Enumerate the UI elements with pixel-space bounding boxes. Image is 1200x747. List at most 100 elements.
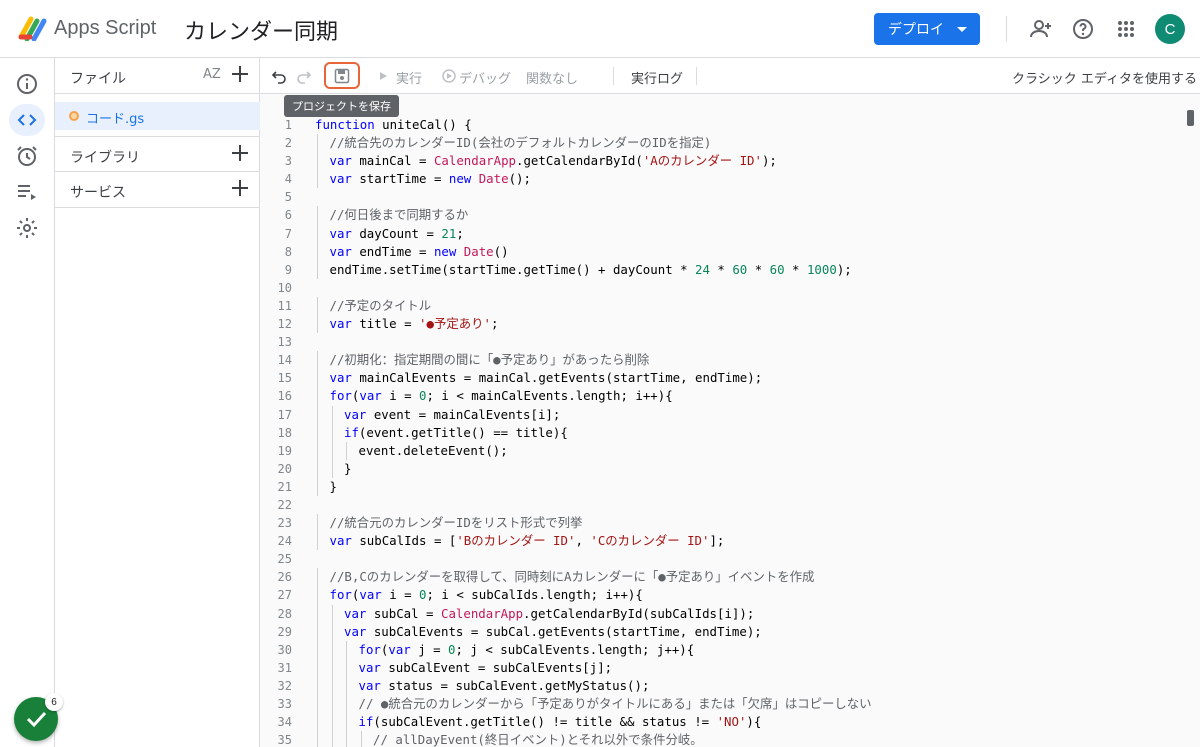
- code-token: 21: [441, 225, 457, 241]
- project-title[interactable]: カレンダー同期: [184, 14, 338, 46]
- trigger-clock-icon[interactable]: [15, 144, 39, 168]
- code-line[interactable]: var endTime = new Date(): [315, 242, 1185, 261]
- executions-icon[interactable]: [15, 180, 39, 204]
- code-line[interactable]: // ●統合元のカレンダーから「予定ありがタイトルにある」または「欠席」はコピー…: [315, 695, 1185, 714]
- code-token: (event.getTitle() == title){: [358, 424, 568, 440]
- info-icon[interactable]: [15, 72, 39, 96]
- code-line[interactable]: for(var i = 0; i < subCalIds.length; i++…: [315, 586, 1185, 605]
- code-line[interactable]: [315, 550, 1185, 568]
- code-token: status = subCalEvent.getMyStatus();: [388, 677, 650, 693]
- code-line[interactable]: //統合先のカレンダーID(会社のデフォルトカレンダーのIDを指定): [315, 134, 1185, 153]
- editor-scrollbar[interactable]: [1187, 110, 1194, 126]
- code-line[interactable]: var subCal = CalendarApp.getCalendarById…: [315, 604, 1185, 623]
- code-line[interactable]: event.deleteEvent();: [315, 441, 1185, 460]
- line-number: 9: [284, 262, 292, 277]
- code-line[interactable]: var startTime = new Date();: [315, 170, 1185, 189]
- code-line[interactable]: var subCalEvents = subCal.getEvents(star…: [315, 622, 1185, 641]
- app-name[interactable]: Apps Script: [54, 17, 156, 40]
- indent-guide: [317, 514, 318, 533]
- code-token: *: [784, 261, 807, 277]
- code-line[interactable]: }: [315, 459, 1185, 478]
- code-line[interactable]: var event = mainCalEvents[i];: [315, 405, 1185, 424]
- code-line[interactable]: var mainCal = CalendarApp.getCalendarByI…: [315, 152, 1185, 171]
- add-service-icon[interactable]: [232, 180, 248, 196]
- avatar[interactable]: C: [1155, 14, 1185, 44]
- debug-button[interactable]: デバッグ: [459, 68, 511, 87]
- code-token: for: [358, 641, 381, 657]
- deploy-button[interactable]: デプロイ: [874, 13, 980, 45]
- file-item-code-gs[interactable]: コード.gs: [55, 102, 260, 130]
- code-line[interactable]: var subCalIds = ['Bのカレンダー ID', 'Cのカレンダー …: [315, 532, 1185, 551]
- code-line[interactable]: //何日後まで同期するか: [315, 206, 1185, 225]
- code-line[interactable]: //初期化：指定期間の間に「●予定あり」があったら削除: [315, 351, 1185, 370]
- code-line[interactable]: var status = subCalEvent.getMyStatus();: [315, 676, 1185, 695]
- code-line[interactable]: [315, 333, 1185, 351]
- code-editor[interactable]: 1 2 3 4 5 6 7 8 9 10 11 12 13 14 15 16 17 18 19 20 21 22 23 24 2…: [260, 94, 1200, 747]
- code-token: new: [448, 171, 479, 187]
- code-token: subCalEvent = subCalEvents[j];: [388, 659, 613, 675]
- code-line[interactable]: // allDayEvent(終日イベント)とそれ以外で条件分岐。: [315, 731, 1185, 747]
- code-line[interactable]: //統合元のカレンダーIDをリスト形式で列挙: [315, 514, 1185, 533]
- indent-guide: [317, 260, 318, 279]
- indent-guide: [331, 676, 333, 695]
- line-number: 4: [284, 172, 292, 187]
- debug-icon[interactable]: [440, 67, 458, 85]
- code-line[interactable]: for(var j = 0; j < subCalEvents.length; …: [315, 640, 1185, 659]
- code-line[interactable]: var subCalEvent = subCalEvents[j];: [315, 658, 1185, 677]
- code-token: dayCount =: [359, 225, 442, 241]
- sort-az-icon[interactable]: AZ: [203, 67, 221, 82]
- line-number: 30: [277, 642, 292, 657]
- add-library-icon[interactable]: [232, 145, 248, 161]
- line-number: 31: [277, 660, 292, 675]
- code-line[interactable]: //B,Cのカレンダーを取得して、同時刻にAカレンダーに「●予定あり」イベントを…: [315, 568, 1185, 587]
- save-icon[interactable]: [333, 67, 351, 85]
- indent-guide: [317, 315, 318, 334]
- line-number: 3: [284, 154, 292, 169]
- code-line[interactable]: [315, 279, 1185, 297]
- code-line[interactable]: var title = '●予定あり';: [315, 315, 1185, 334]
- indent-guide: [317, 532, 318, 551]
- code-line[interactable]: function uniteCal() {: [315, 116, 1185, 134]
- code-token: Date: [478, 171, 509, 187]
- add-person-icon[interactable]: [1029, 17, 1053, 41]
- code-line[interactable]: if(event.getTitle() == title){: [315, 423, 1185, 442]
- apps-script-logo[interactable]: [18, 15, 48, 41]
- run-icon[interactable]: [378, 67, 388, 85]
- redo-icon[interactable]: [295, 67, 313, 85]
- code-line[interactable]: var dayCount = 21;: [315, 224, 1185, 243]
- code-editor-icon[interactable]: [15, 108, 39, 132]
- code-line[interactable]: var mainCalEvents = mainCal.getEvents(st…: [315, 369, 1185, 388]
- help-icon[interactable]: [1071, 17, 1095, 41]
- code-line[interactable]: }: [315, 477, 1185, 496]
- code-token: for: [329, 388, 352, 404]
- run-button[interactable]: 実行: [396, 68, 422, 87]
- add-file-icon[interactable]: [232, 66, 248, 82]
- code-token: uniteCal() {: [382, 117, 472, 132]
- code-line[interactable]: if(subCalEvent.getTitle() != title && st…: [315, 713, 1185, 732]
- libraries-header[interactable]: ライブラリ: [55, 136, 260, 172]
- code-line[interactable]: endTime.setTime(startTime.getTime() + da…: [315, 260, 1185, 279]
- line-number: 16: [277, 389, 292, 404]
- code-line[interactable]: [315, 496, 1185, 514]
- line-number: 18: [277, 425, 292, 440]
- toolbar-divider: [696, 67, 697, 85]
- settings-gear-icon[interactable]: [15, 216, 39, 240]
- code-token: //予定のタイトル: [329, 297, 432, 313]
- function-select[interactable]: 関数なし: [526, 68, 578, 87]
- indent-guide: [317, 640, 318, 659]
- undo-icon[interactable]: [270, 67, 288, 85]
- code-line[interactable]: //予定のタイトル: [315, 296, 1185, 316]
- code-token: subCal =: [373, 605, 441, 621]
- code-token: var: [359, 587, 390, 603]
- code-token: 'Bのカレンダー ID': [456, 533, 576, 549]
- code-line[interactable]: for(var i = 0; i < mainCalEvents.length;…: [315, 387, 1185, 406]
- code-line[interactable]: [315, 188, 1185, 206]
- code-token: var: [359, 388, 390, 404]
- execution-log-button[interactable]: 実行ログ: [631, 68, 683, 87]
- services-header[interactable]: サービス: [55, 172, 260, 208]
- apps-grid-icon[interactable]: [1114, 17, 1138, 41]
- line-number: 23: [277, 516, 292, 531]
- code-area[interactable]: function uniteCal() {//統合先のカレンダーID(会社のデフ…: [315, 116, 1185, 747]
- classic-editor-link[interactable]: クラシック エディタを使用する: [1012, 68, 1197, 87]
- indent-guide: [331, 731, 333, 747]
